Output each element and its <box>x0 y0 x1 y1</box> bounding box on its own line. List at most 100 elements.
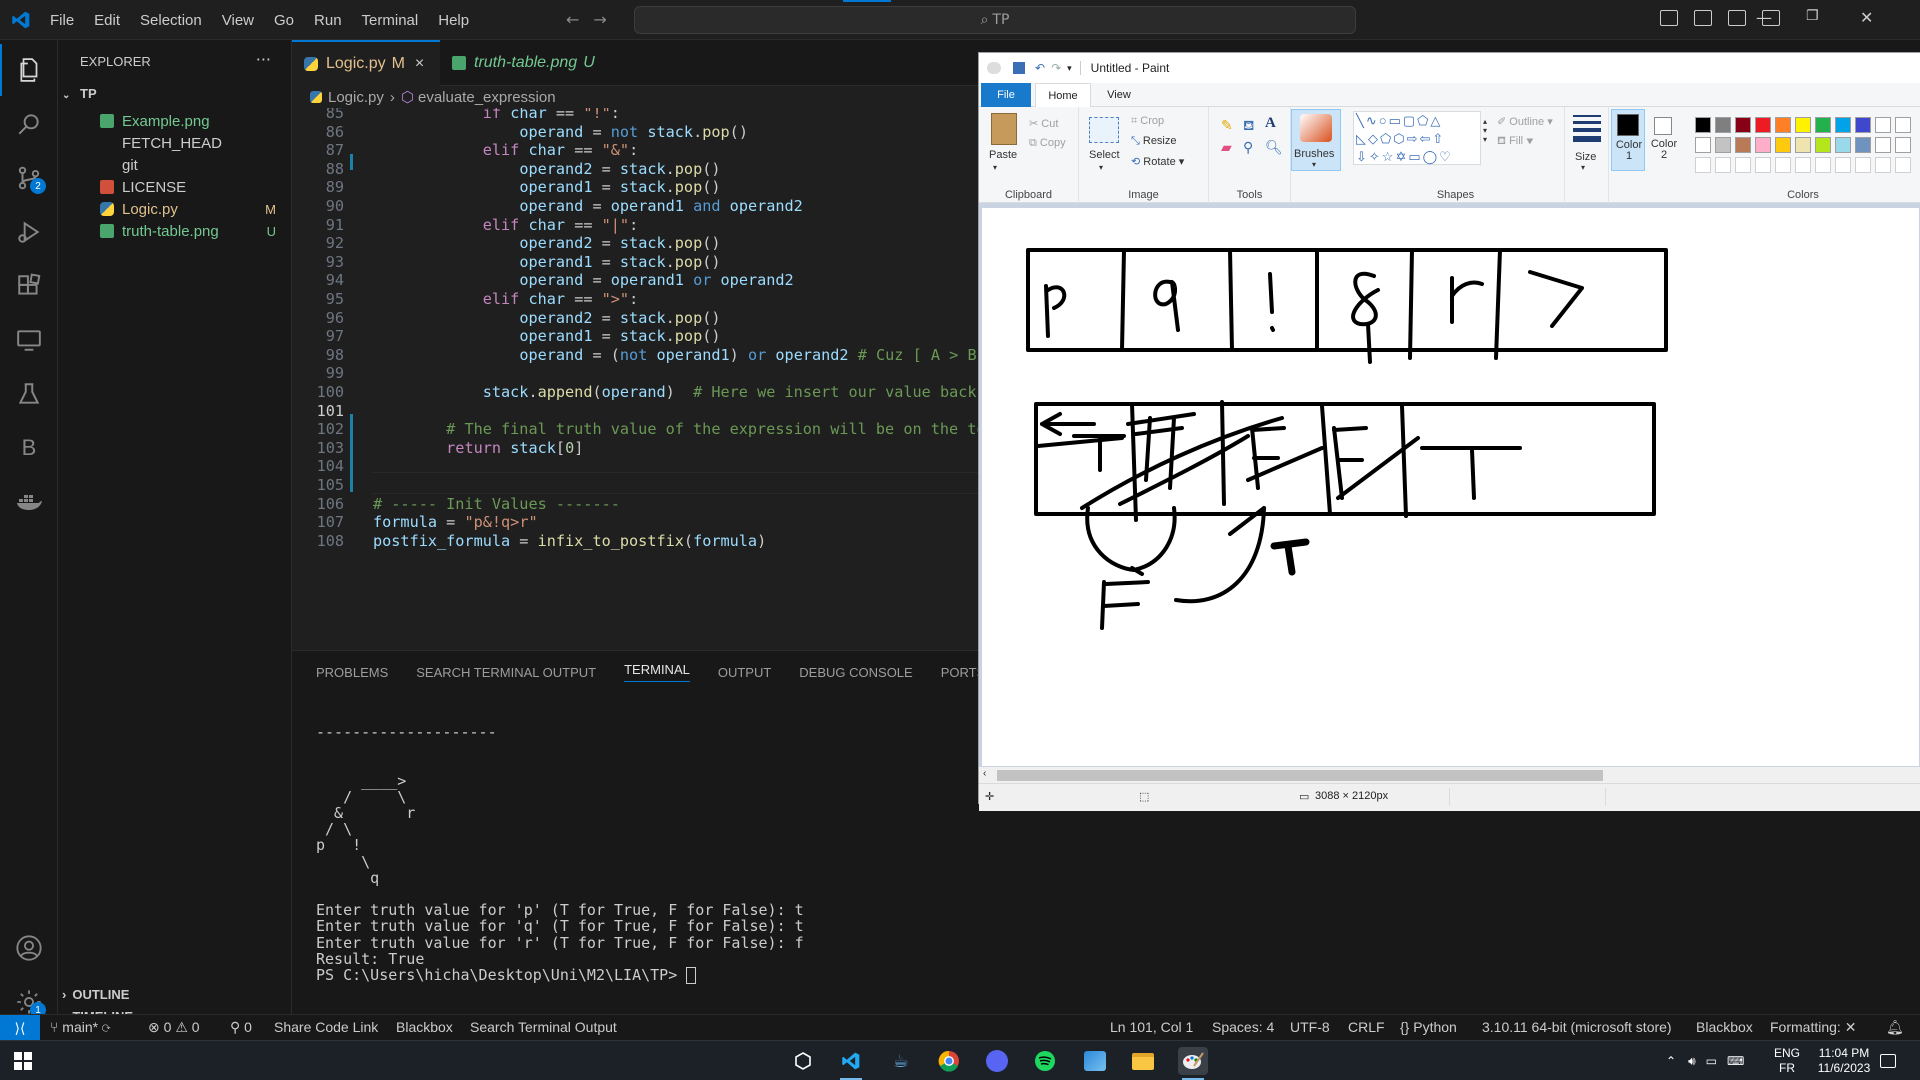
eraser-icon[interactable]: ▰ <box>1221 139 1232 156</box>
menu-edit[interactable]: Edit <box>84 12 130 29</box>
spotify-icon[interactable] <box>1030 1047 1060 1075</box>
size-label[interactable]: Size <box>1575 151 1596 163</box>
select-dropdown-icon[interactable]: ▾ <box>1099 163 1103 172</box>
color-swatch[interactable] <box>1715 137 1731 153</box>
menu-terminal[interactable]: Terminal <box>352 12 429 29</box>
folder-root[interactable]: ⌄ TP <box>62 86 97 101</box>
resize-button[interactable]: ⤡ Resize <box>1131 135 1177 148</box>
shapes-gallery[interactable]: ╲∿○▭▢⬠△ ◺◇⬠⬡⇨⇦⇧ ⇩✧☆✡▭◯♡ <box>1353 111 1481 165</box>
window-maximize-icon[interactable]: ❐ <box>1806 8 1819 24</box>
vscode-taskbar-icon[interactable] <box>836 1047 866 1080</box>
search-icon[interactable] <box>0 98 58 150</box>
code-editor[interactable]: 85 if char == "!": 86 operand = not stack… <box>292 108 978 650</box>
custom-color-swatch[interactable] <box>1875 157 1891 173</box>
share-code-link[interactable]: Share Code Link <box>274 1019 378 1035</box>
paste-icon[interactable] <box>991 113 1017 145</box>
code-line[interactable]: operand1 = stack.pop() <box>373 178 720 196</box>
rotate-button[interactable]: ⟲ Rotate ▾ <box>1131 155 1184 168</box>
extensions-icon[interactable] <box>0 260 58 312</box>
color-swatch[interactable] <box>1715 117 1731 133</box>
magnifier-icon[interactable]: 🔍︎ <box>1265 139 1283 156</box>
code-line[interactable]: if char == "!": <box>373 108 620 122</box>
window-close-icon[interactable]: ✕ <box>1860 8 1873 27</box>
file-item[interactable]: Logic.py M <box>100 198 290 220</box>
remote-explorer-icon[interactable] <box>0 314 58 366</box>
color-swatch[interactable] <box>1755 117 1771 133</box>
scroll-left-icon[interactable]: ‹ <box>983 768 986 779</box>
menu-run[interactable]: Run <box>304 12 352 29</box>
windows-start-icon[interactable] <box>8 1047 38 1075</box>
toggle-panel-icon[interactable] <box>1694 10 1712 26</box>
save-icon[interactable] <box>1013 62 1025 74</box>
undo-icon[interactable]: ↶ <box>1035 61 1045 75</box>
tab-logic-py[interactable]: Logic.py M × <box>292 40 440 86</box>
code-line[interactable]: # The final truth value of the expressio… <box>373 420 978 438</box>
brushes-button[interactable]: Brushes ▾ <box>1291 109 1341 171</box>
custom-color-swatch[interactable] <box>1815 157 1831 173</box>
select-icon[interactable] <box>1089 117 1119 143</box>
run-debug-icon[interactable] <box>0 206 58 258</box>
color-swatch[interactable] <box>1835 117 1851 133</box>
code-line[interactable]: operand1 = stack.pop() <box>373 327 720 345</box>
color-swatch[interactable] <box>1815 117 1831 133</box>
notifications-bell-icon[interactable]: 🔔︎ <box>1886 1019 1904 1036</box>
cursor-position[interactable]: Ln 101, Col 1 <box>1110 1019 1193 1035</box>
code-line[interactable]: operand1 = stack.pop() <box>373 253 720 271</box>
code-line[interactable]: operand = not stack.pop() <box>373 123 748 141</box>
tab-terminal[interactable]: TERMINAL <box>624 662 690 682</box>
color-swatch[interactable] <box>1855 117 1871 133</box>
paint-taskbar-icon[interactable] <box>1178 1047 1208 1080</box>
notification-center-icon[interactable] <box>1880 1041 1896 1080</box>
color-swatch[interactable] <box>1815 137 1831 153</box>
unity-icon[interactable] <box>788 1047 818 1075</box>
custom-color-swatch[interactable] <box>1735 157 1751 173</box>
formatting-status[interactable]: Formatting: ✕ <box>1770 1019 1856 1036</box>
custom-color-swatch[interactable] <box>1775 157 1791 173</box>
tab-truth-table[interactable]: truth-table.png U <box>440 40 600 86</box>
color1-button[interactable]: Color 1 <box>1611 109 1645 171</box>
blackbox-status-right[interactable]: Blackbox <box>1696 1019 1753 1035</box>
toggle-sidebar-icon[interactable] <box>1660 10 1678 26</box>
file-item[interactable]: FETCH_HEAD <box>100 132 290 154</box>
clock[interactable]: 11:04 PM 11/6/2023 <box>1810 1041 1878 1080</box>
code-line[interactable]: postfix_formula = infix_to_postfix(formu… <box>373 532 766 550</box>
custom-color-swatch[interactable] <box>1855 157 1871 173</box>
problems-status[interactable]: ⊗ 0 ⚠ 0 <box>148 1019 200 1036</box>
command-center-search[interactable]: ⌕ TP <box>634 6 1356 34</box>
select-button[interactable]: Select <box>1089 149 1120 161</box>
color-swatch[interactable] <box>1895 137 1911 153</box>
outline-button[interactable]: ✐ Outline ▾ <box>1497 115 1553 128</box>
color-swatch[interactable] <box>1775 117 1791 133</box>
color-swatch[interactable] <box>1855 137 1871 153</box>
encoding[interactable]: UTF-8 <box>1290 1019 1330 1035</box>
color-swatch[interactable] <box>1835 137 1851 153</box>
paste-button[interactable]: Paste <box>989 149 1017 161</box>
color-swatch[interactable] <box>1735 117 1751 133</box>
color-swatch[interactable] <box>1795 117 1811 133</box>
testing-icon[interactable] <box>0 368 58 420</box>
keyboard-icon[interactable]: ⌨ <box>1727 1054 1744 1068</box>
paste-dropdown-icon[interactable]: ▾ <box>993 163 997 172</box>
code-line[interactable]: elif char == ">": <box>373 290 638 308</box>
code-line[interactable]: operand = operand1 or operand2 <box>373 271 793 289</box>
color2-button[interactable]: Color 2 <box>1647 109 1681 171</box>
code-line[interactable]: operand = operand1 and operand2 <box>373 197 803 215</box>
back-arrow-icon[interactable]: ← <box>566 10 593 29</box>
tray-expand-icon[interactable]: ⌃ <box>1666 1054 1676 1068</box>
crop-button[interactable]: ⌗ Crop <box>1131 115 1164 128</box>
pencil-icon[interactable]: ✎ <box>1221 117 1233 134</box>
file-item[interactable]: Example.png <box>100 110 290 132</box>
file-item[interactable]: LICENSE <box>100 176 290 198</box>
ports-status[interactable]: ⚲ 0 <box>230 1019 252 1036</box>
menu-file[interactable]: File <box>40 12 84 29</box>
color-swatch[interactable] <box>1775 137 1791 153</box>
size-lines-icon[interactable] <box>1573 115 1601 142</box>
more-actions-icon[interactable]: ··· <box>256 50 271 69</box>
color-swatch[interactable] <box>1755 137 1771 153</box>
discord-icon[interactable] <box>982 1047 1012 1075</box>
tab-output[interactable]: OUTPUT <box>718 665 771 680</box>
code-line[interactable]: formula = "p&!q>r" <box>373 513 538 531</box>
fill-bucket-icon[interactable]: ⛾ <box>1243 117 1254 136</box>
fill-button[interactable]: ⛾ Fill ▾ <box>1497 135 1534 149</box>
language-indicator[interactable]: ENG FR <box>1774 1041 1800 1080</box>
